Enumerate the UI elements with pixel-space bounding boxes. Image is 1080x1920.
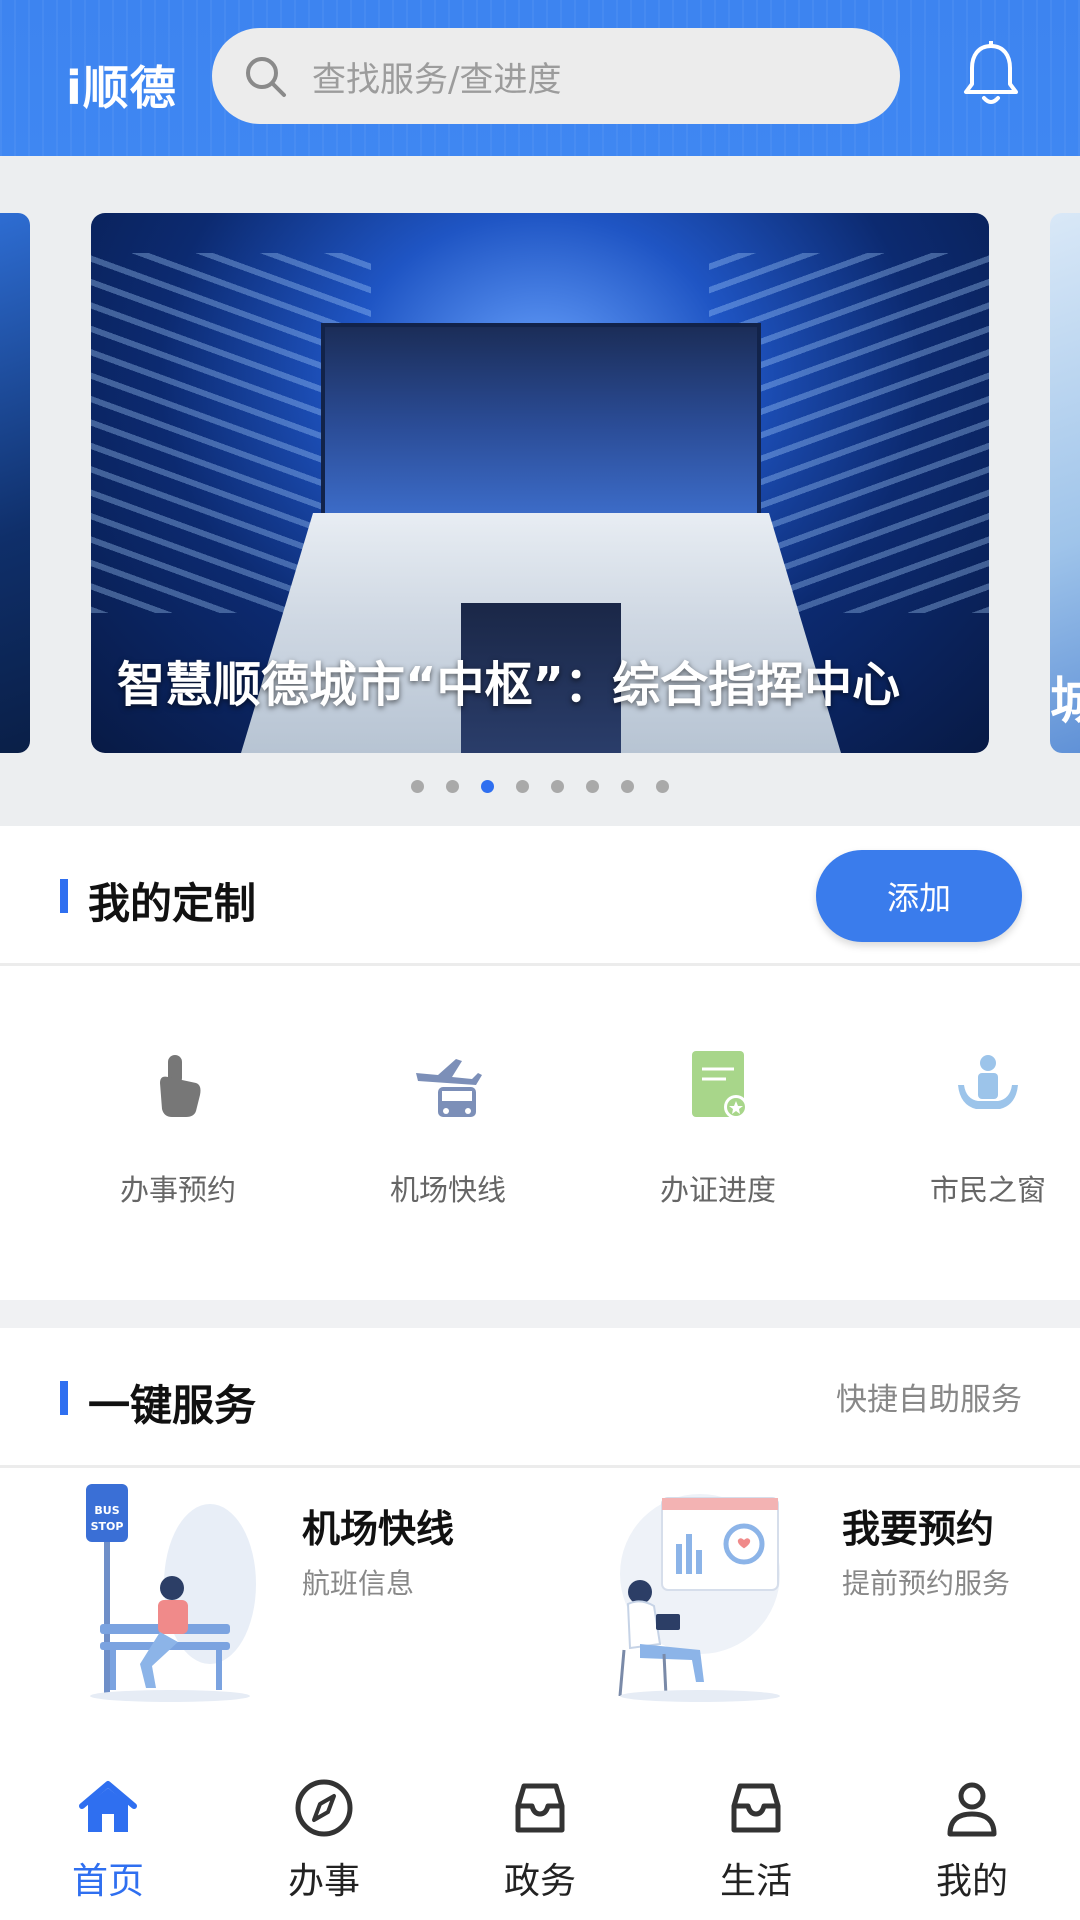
section-header: 我的定制 添加 — [0, 826, 1080, 966]
service-card-subtitle: 提前预约服务 — [842, 1567, 1011, 1600]
bus-sign-text: STOP — [91, 1520, 124, 1533]
section-title: 一键服务 — [88, 1381, 257, 1430]
banner-slide-next[interactable]: 城 — [1050, 213, 1080, 753]
tab-mine[interactable]: 我的 — [864, 1758, 1080, 1920]
add-button[interactable]: 添加 — [816, 850, 1022, 942]
carousel-dot[interactable] — [656, 780, 669, 793]
plane-bus-icon — [416, 1059, 482, 1117]
appointment-illustration — [618, 1494, 780, 1702]
carousel-dot[interactable] — [446, 780, 459, 793]
search-placeholder: 查找服务/查进度 — [312, 59, 562, 100]
my-custom-section: 我的定制 添加 办事预约 机场快线 办证进度 市民之窗 — [0, 826, 1080, 1300]
tab-label: 政务 — [503, 1861, 576, 1902]
bottom-tab-bar: 首页 办事 政务 生活 我的 — [0, 1758, 1080, 1920]
section-title: 我的定制 — [88, 879, 257, 928]
citizen-window-icon — [958, 1055, 1018, 1109]
user-icon — [947, 1782, 997, 1837]
document-star-icon — [692, 1051, 748, 1119]
app-header: i顺德 查找服务/查进度 — [0, 0, 1080, 156]
banner-art — [321, 323, 761, 533]
tab-label: 办事 — [287, 1861, 360, 1902]
carousel-dot[interactable] — [621, 780, 634, 793]
tab-affairs[interactable]: 办事 — [216, 1758, 432, 1920]
bus-stop-illustration: BUS STOP — [86, 1484, 256, 1702]
bell-icon[interactable] — [960, 40, 1022, 108]
service-card-title: 机场快线 — [302, 1507, 455, 1551]
shortcut-item[interactable]: 办证进度 — [608, 969, 828, 1300]
shortcut-grid: 办事预约 机场快线 办证进度 市民之窗 — [0, 969, 1080, 1300]
banner-slide-prev[interactable] — [0, 213, 30, 753]
tab-label: 生活 — [719, 1861, 792, 1902]
inbox-icon — [731, 1783, 781, 1833]
search-icon — [246, 57, 286, 97]
service-card-subtitle: 航班信息 — [302, 1567, 415, 1600]
search-bar[interactable]: 查找服务/查进度 — [212, 28, 900, 124]
section-header: 一键服务 快捷自助服务 — [0, 1328, 1080, 1468]
shortcut-item[interactable]: 机场快线 — [338, 969, 558, 1300]
banner-carousel[interactable]: 智慧顺德城市“中枢”：综合指挥中心 城 — [0, 156, 1080, 826]
tab-government[interactable]: 政务 — [432, 1758, 648, 1920]
shortcut-label: 办证进度 — [659, 1173, 776, 1207]
service-card-appointment[interactable]: 我要预约 提前预约服务 — [540, 1494, 1080, 1748]
carousel-dot[interactable] — [551, 780, 564, 793]
carousel-dot[interactable] — [516, 780, 529, 793]
app-logo: i顺德 — [66, 61, 177, 115]
section-subtitle[interactable]: 快捷自助服务 — [836, 1374, 1022, 1419]
carousel-dot[interactable] — [481, 780, 494, 793]
one-key-service-section: 一键服务 快捷自助服务 BUS STOP 机场快线 航班信息 我要预约 提前预约… — [0, 1328, 1080, 1758]
shortcut-label: 市民之窗 — [929, 1173, 1046, 1207]
service-card-title: 我要预约 — [842, 1507, 995, 1551]
section-accent-bar — [60, 879, 68, 913]
shortcut-item[interactable]: 办事预约 — [68, 969, 288, 1300]
shortcut-label: 机场快线 — [389, 1173, 506, 1207]
banner-slide-current[interactable]: 智慧顺德城市“中枢”：综合指挥中心 — [91, 213, 989, 753]
banner-caption: 智慧顺德城市“中枢”：综合指挥中心 — [117, 657, 901, 713]
shortcut-label: 办事预约 — [119, 1173, 236, 1207]
service-card-airport[interactable]: BUS STOP 机场快线 航班信息 — [0, 1484, 540, 1748]
carousel-dots — [0, 780, 1080, 793]
section-accent-bar — [60, 1381, 68, 1415]
tab-home[interactable]: 首页 — [0, 1758, 216, 1920]
compass-icon — [295, 1779, 353, 1837]
tab-label: 我的 — [935, 1861, 1008, 1902]
banner-next-caption: 城 — [1050, 672, 1080, 730]
tab-label: 首页 — [71, 1861, 144, 1902]
shortcut-item[interactable]: 市民之窗 — [878, 969, 1080, 1300]
bus-sign-text: BUS — [94, 1504, 119, 1517]
carousel-dot[interactable] — [586, 780, 599, 793]
tab-life[interactable]: 生活 — [648, 1758, 864, 1920]
home-icon — [79, 1781, 137, 1832]
hand-tap-icon — [160, 1055, 201, 1117]
carousel-dot[interactable] — [411, 780, 424, 793]
inbox-icon — [515, 1783, 565, 1833]
